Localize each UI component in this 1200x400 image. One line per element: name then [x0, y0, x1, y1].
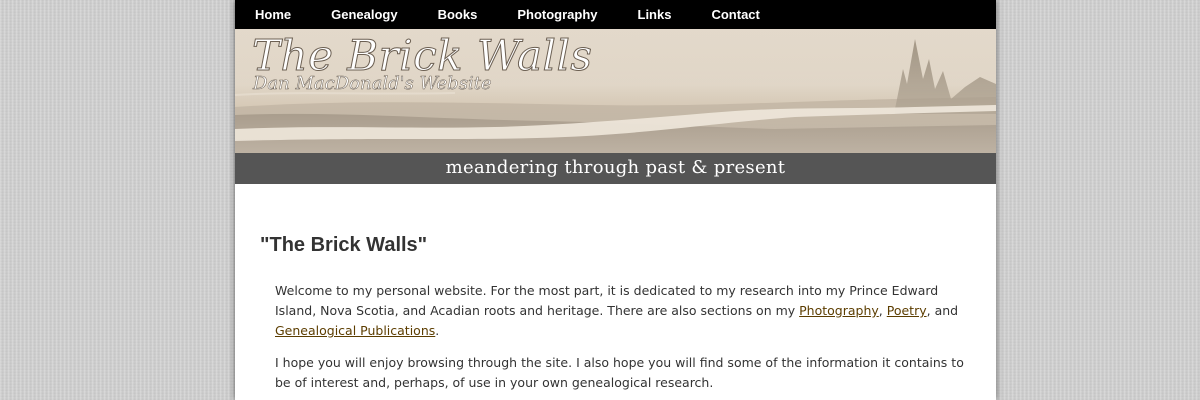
nav-genealogy[interactable]: Genealogy	[331, 7, 397, 22]
nav-contact[interactable]: Contact	[711, 7, 759, 22]
separator: ,	[878, 303, 887, 318]
genealogical-publications-link[interactable]: Genealogical Publications	[275, 323, 435, 338]
header-banner: The Brick Walls Dan MacDonald's Website	[235, 29, 996, 153]
nav-photography[interactable]: Photography	[517, 7, 597, 22]
welcome-paragraph: Welcome to my personal website. For the …	[275, 281, 970, 341]
poetry-link[interactable]: Poetry	[887, 303, 927, 318]
nav-links[interactable]: Links	[638, 7, 672, 22]
tagline-bar: meandering through past & present	[235, 153, 996, 184]
nav-home[interactable]: Home	[255, 7, 291, 22]
tagline-text: meandering through past & present	[445, 157, 786, 178]
photography-link[interactable]: Photography	[799, 303, 879, 318]
separator: , and	[926, 303, 959, 318]
site-subtitle: Dan MacDonald's Website	[253, 73, 492, 95]
top-navigation: Home Genealogy Books Photography Links C…	[235, 0, 996, 29]
period: .	[435, 323, 440, 338]
page-container: Home Genealogy Books Photography Links C…	[235, 0, 996, 400]
browsing-paragraph: I hope you will enjoy browsing through t…	[275, 355, 964, 390]
nav-books[interactable]: Books	[438, 7, 478, 22]
page-heading: "The Brick Walls"	[260, 234, 428, 256]
main-content: "The Brick Walls" Welcome to my personal…	[235, 184, 996, 393]
